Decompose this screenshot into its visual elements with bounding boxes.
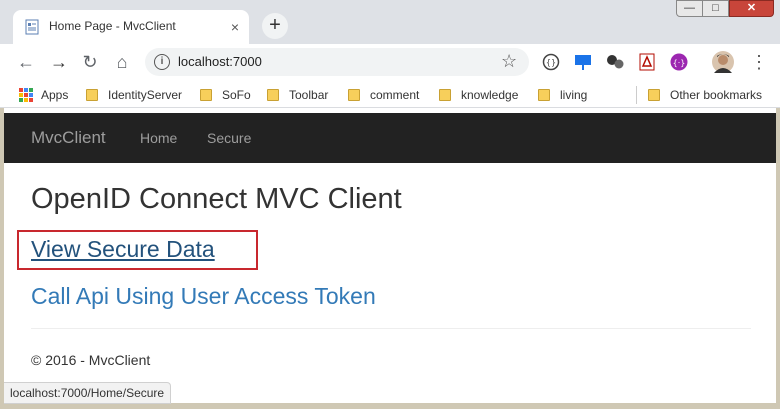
tab-home-page[interactable]: Home Page - MvcClient × xyxy=(13,10,249,44)
back-button[interactable]: ← xyxy=(16,52,36,72)
bookmarks-divider xyxy=(636,86,637,104)
browser-window: Home Page - MvcClient × + — □ ✕ ← → ↻ ⌂ … xyxy=(0,0,780,409)
folder-icon xyxy=(439,89,451,101)
bookmark-label: Other bookmarks xyxy=(670,88,763,102)
status-bar-url: localhost:7000/Home/Secure xyxy=(4,382,172,404)
profile-avatar[interactable] xyxy=(712,51,734,73)
view-secure-data-link[interactable]: View Secure Data xyxy=(31,236,215,263)
extension-code-icon[interactable]: {} xyxy=(542,53,560,71)
folder-icon xyxy=(648,89,660,101)
bookmark-toolbar[interactable]: Toolbar xyxy=(267,86,328,104)
apps-grid-icon xyxy=(19,88,33,102)
bookmark-label: SoFo xyxy=(222,88,251,102)
tab-close-icon[interactable]: × xyxy=(227,19,243,35)
bookmark-comment[interactable]: comment xyxy=(348,86,419,104)
close-window-button[interactable]: ✕ xyxy=(729,0,774,17)
home-button[interactable]: ⌂ xyxy=(112,52,132,72)
maximize-icon: □ xyxy=(712,2,719,14)
call-api-link[interactable]: Call Api Using User Access Token xyxy=(31,283,376,310)
bookmark-label: living xyxy=(560,88,588,102)
page-icon xyxy=(25,19,39,35)
folder-icon xyxy=(86,89,98,101)
minimize-button[interactable]: — xyxy=(676,0,703,17)
address-url[interactable]: localhost:7000 xyxy=(178,54,262,69)
folder-icon xyxy=(538,89,550,101)
nav-link-secure[interactable]: Secure xyxy=(207,130,251,146)
page-title: OpenID Connect MVC Client xyxy=(31,183,402,215)
forward-button[interactable]: → xyxy=(49,52,69,72)
footer-copyright: © 2016 - MvcClient xyxy=(31,352,151,368)
bookmark-identityserver[interactable]: IdentityServer xyxy=(86,86,182,104)
extension-balls-icon[interactable] xyxy=(606,53,624,71)
page-content: OpenID Connect MVC Client View Secure Da… xyxy=(4,163,776,403)
footer-divider xyxy=(31,328,751,329)
tab-title: Home Page - MvcClient xyxy=(49,19,176,33)
bookmark-star-icon[interactable]: ☆ xyxy=(501,51,517,72)
bookmark-label: IdentityServer xyxy=(108,88,183,102)
reload-button[interactable]: ↻ xyxy=(80,52,100,72)
folder-icon xyxy=(200,89,212,101)
browser-toolbar: ← → ↻ ⌂ i localhost:7000 ☆ {} {·} ⋮ xyxy=(0,44,780,80)
svg-text:{}: {} xyxy=(546,58,556,67)
maximize-button[interactable]: □ xyxy=(703,0,729,17)
site-brand-link[interactable]: MvcClient xyxy=(31,128,106,148)
bookmark-label: Toolbar xyxy=(289,88,329,102)
info-icon[interactable]: i xyxy=(154,54,170,70)
bookmarks-bar: Apps IdentityServer SoFo Toolbar comment… xyxy=(0,80,780,108)
svg-text:{·}: {·} xyxy=(673,59,686,68)
folder-icon xyxy=(267,89,279,101)
window-frame-right xyxy=(776,108,780,409)
site-navbar: MvcClient Home Secure xyxy=(4,113,776,163)
bookmark-label: knowledge xyxy=(461,88,519,102)
new-tab-button[interactable]: + xyxy=(262,13,288,39)
bookmark-knowledge[interactable]: knowledge xyxy=(439,86,518,104)
bookmark-label: Apps xyxy=(41,88,69,102)
bookmark-sofo[interactable]: SoFo xyxy=(200,86,251,104)
menu-icon[interactable]: ⋮ xyxy=(750,52,768,72)
folder-icon xyxy=(348,89,360,101)
extension-presentation-icon[interactable] xyxy=(574,53,592,71)
bookmark-living[interactable]: living xyxy=(538,86,587,104)
bookmark-other-bookmarks[interactable]: Other bookmarks xyxy=(648,86,762,104)
extension-pdf-icon[interactable] xyxy=(638,53,656,71)
bookmark-label: comment xyxy=(370,88,420,102)
nav-link-home[interactable]: Home xyxy=(140,130,177,146)
bookmark-apps[interactable]: Apps xyxy=(19,86,68,104)
tab-strip: Home Page - MvcClient × + — □ ✕ xyxy=(0,0,780,44)
address-bar[interactable]: i localhost:7000 ☆ xyxy=(145,48,529,76)
close-icon: ✕ xyxy=(746,2,757,14)
extension-purple-icon[interactable]: {·} xyxy=(670,53,688,71)
minimize-icon: — xyxy=(684,2,695,14)
window-frame-left xyxy=(0,108,4,409)
